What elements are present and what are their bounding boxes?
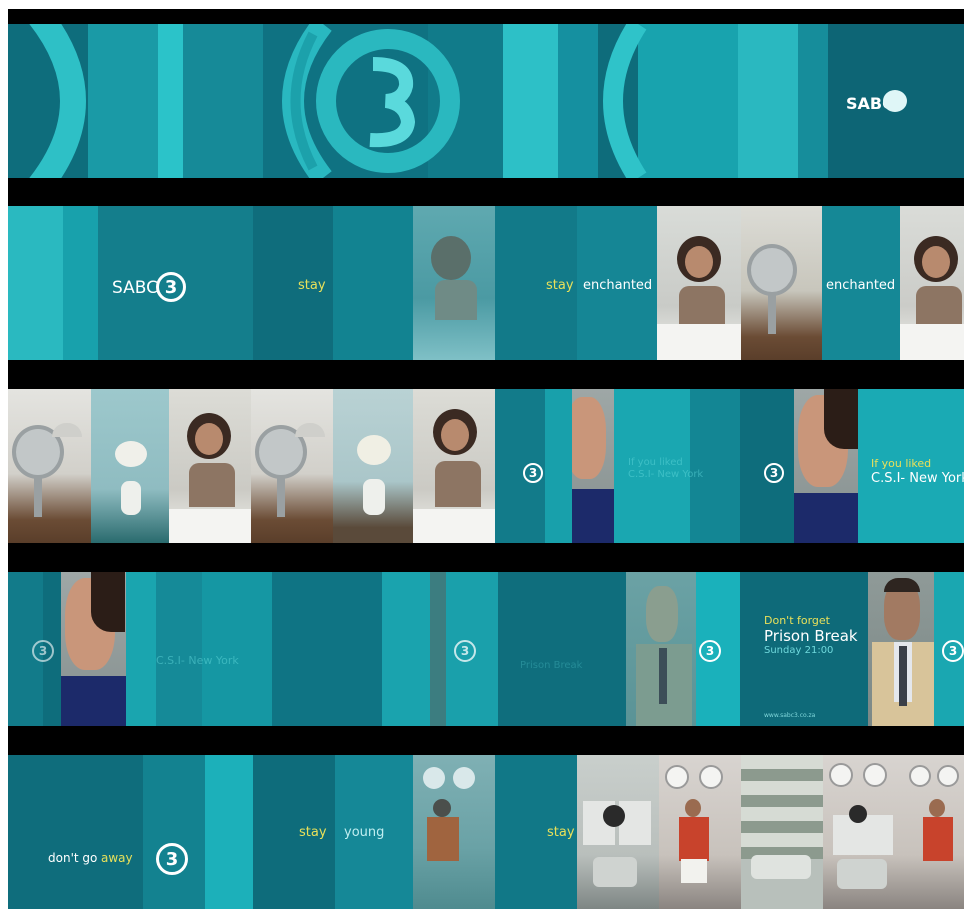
- sabc3-logo-icon: 3: [942, 640, 964, 662]
- woman-face-photo: [572, 389, 614, 543]
- if-you-liked-text: If you liked: [871, 457, 932, 470]
- band: [205, 755, 253, 909]
- woman-photo: [657, 206, 741, 360]
- man-photo-faded: [626, 572, 696, 726]
- website-text: www.sabc3.co.za: [764, 712, 816, 719]
- word-stay: stay: [547, 825, 575, 840]
- dont-forget-text: Don't forget: [764, 614, 830, 627]
- woman-face-photo: [794, 389, 858, 543]
- band: [690, 389, 740, 543]
- laundry-photo: [823, 755, 905, 909]
- fan-photo: [741, 206, 822, 360]
- dont-go-text: don't go: [48, 851, 98, 865]
- storyboard-strip-4: 3 C.S.I- New York 3 Prison Break 3 Don't…: [8, 572, 964, 726]
- storyboard-strip-2: SABC 3 stay stay enchanted enchanted: [8, 206, 964, 360]
- word-young: young: [344, 825, 385, 840]
- flowers-vase-photo: [333, 389, 413, 543]
- woman-photo-2: [900, 206, 964, 360]
- sabc3-logo-icon: 3: [699, 640, 721, 662]
- band: [430, 572, 446, 726]
- sabc-logo-text: SABC: [112, 278, 158, 298]
- woman-photo-faded: [413, 206, 495, 360]
- band: [333, 206, 413, 360]
- sabc3-logo-icon: 3: [523, 463, 543, 483]
- man-laundry-photo: [659, 755, 741, 909]
- band: [272, 572, 382, 726]
- man-laundry-photo: [905, 755, 964, 909]
- word-stay: stay: [546, 278, 574, 293]
- band: [156, 572, 202, 726]
- woman-face-photo: [61, 572, 126, 726]
- logo-arcs-graphic: [29, 24, 647, 178]
- laundry-photo: [577, 755, 659, 909]
- band: [202, 572, 272, 726]
- sabc3-logo-icon: 3: [764, 463, 784, 483]
- fan-photo: [8, 389, 91, 543]
- woman-photo: [169, 389, 251, 543]
- word-stay: stay: [298, 278, 326, 293]
- away-text: away: [101, 851, 133, 865]
- sabc3-logo-icon: 3: [156, 843, 188, 875]
- faded-show-name: C.S.I- New York: [628, 469, 704, 480]
- band: [498, 572, 626, 726]
- faded-show-name: C.S.I- New York: [156, 654, 239, 667]
- sabc3-logo-icon: 3: [156, 272, 186, 302]
- storyboard-strip-3: 3 If you liked C.S.I- New York 3 If you …: [8, 389, 964, 543]
- show-name-text: C.S.I- New York: [871, 471, 964, 486]
- flowers-vase-photo: [91, 389, 169, 543]
- man-photo: [868, 572, 934, 726]
- word-stay: stay: [299, 825, 327, 840]
- band: [8, 206, 63, 360]
- faded-if-you-liked: If you liked: [628, 457, 683, 468]
- woman-photo: [413, 389, 495, 543]
- sabc3-logo-icon: 3: [32, 640, 54, 662]
- band: [382, 572, 430, 726]
- striped-laundry-photo: [741, 755, 823, 909]
- band: [63, 206, 98, 360]
- word-enchanted: enchanted: [826, 278, 896, 293]
- word-enchanted: enchanted: [583, 278, 653, 293]
- prison-break-text: Prison Break: [764, 627, 858, 645]
- faded-prison-break: Prison Break: [520, 660, 583, 671]
- fan-photo: [251, 389, 333, 543]
- storyboard-strip-1: SABC: [8, 24, 964, 178]
- band: [126, 572, 156, 726]
- sabc3-logo-icon: 3: [454, 640, 476, 662]
- band: [143, 755, 205, 909]
- time-text: Sunday 21:00: [764, 645, 834, 656]
- storyboard-strip-5: don't go away 3 stay young stay: [8, 755, 964, 909]
- band: [8, 755, 143, 909]
- man-laundry-photo-faded: [413, 755, 495, 909]
- sabc-3-logo-icon: [883, 90, 907, 112]
- band: [545, 389, 572, 543]
